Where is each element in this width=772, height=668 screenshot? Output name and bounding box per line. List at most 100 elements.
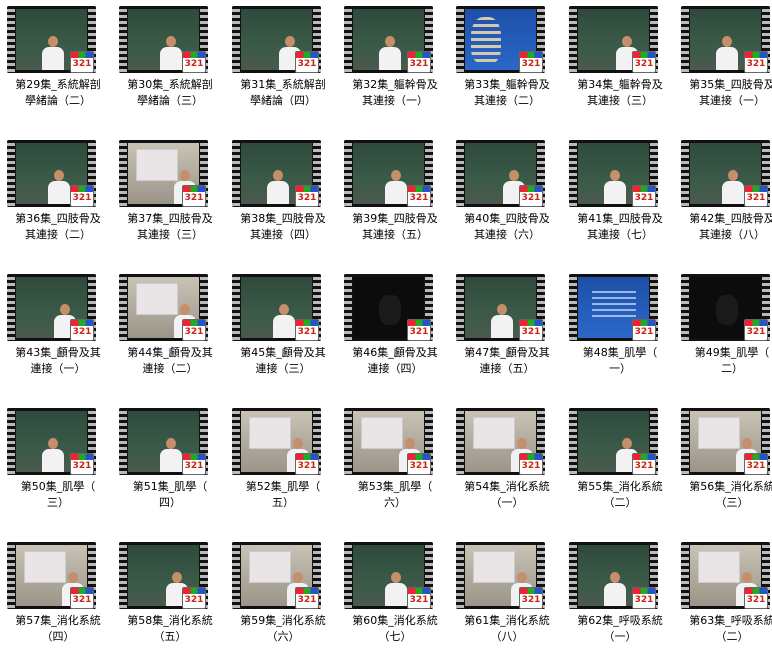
video-thumbnail[interactable]: 321 [7, 408, 96, 475]
video-file-item[interactable]: 321 第32集_軀幹骨及 其連接（一） [339, 2, 451, 132]
video-thumbnail[interactable]: 321 [344, 6, 433, 73]
video-file-item[interactable]: 321 第51集_肌學（ 四） [114, 404, 226, 534]
film-strip-edge [569, 408, 577, 475]
video-file-item[interactable]: 321 第49集_肌學（ 二） [676, 270, 772, 400]
file-name-line-2: （六） [266, 630, 300, 643]
video-thumbnail[interactable]: 321 [119, 6, 208, 73]
file-name-line-2: （五） [153, 630, 187, 643]
video-thumbnail[interactable]: 321 [681, 140, 770, 207]
video-file-item[interactable]: 321 第41集_四肢骨及 其連接（七） [564, 136, 676, 266]
file-name-line-2: 學緒論（四） [250, 94, 316, 107]
video-thumbnail[interactable]: 321 [232, 542, 321, 609]
video-thumbnail[interactable]: 321 [456, 140, 545, 207]
projected-slide [698, 551, 740, 583]
video-thumbnail[interactable]: 321 [344, 542, 433, 609]
file-name-line-1: 第46集_顱骨及其 [352, 346, 438, 359]
film-strip-edge [344, 408, 352, 475]
media-player-badge-icon: 321 [182, 453, 206, 475]
video-thumbnail[interactable]: 321 [119, 408, 208, 475]
video-thumbnail[interactable]: 321 [232, 140, 321, 207]
media-player-badge-icon: 321 [70, 319, 94, 341]
file-name-line-2: 其連接（三） [587, 94, 653, 107]
video-thumbnail[interactable]: 321 [569, 274, 658, 341]
video-file-name: 第58集_消化系統 （五） [114, 613, 226, 645]
file-name-line-1: 第39集_四肢骨及 [352, 212, 438, 225]
video-file-name: 第41集_四肢骨及 其連接（七） [564, 211, 676, 243]
badge-label: 321 [72, 327, 92, 337]
video-thumbnail[interactable]: 321 [681, 408, 770, 475]
video-file-item[interactable]: 321 第53集_肌學（ 六） [339, 404, 451, 534]
video-file-name: 第47集_顱骨及其 連接（五） [451, 345, 563, 377]
file-name-line-2: 其連接（一） [362, 94, 428, 107]
video-thumbnail[interactable]: 321 [456, 542, 545, 609]
video-file-item[interactable]: 321 第55集_消化系統 （二） [564, 404, 676, 534]
badge-label: 321 [746, 193, 766, 203]
video-thumbnail[interactable]: 321 [681, 6, 770, 73]
video-file-item[interactable]: 321 第46集_顱骨及其 連接（四） [339, 270, 451, 400]
video-thumbnail[interactable]: 321 [119, 140, 208, 207]
video-file-item[interactable]: 321 第57集_消化系統 （四） [2, 538, 114, 668]
video-file-item[interactable]: 321 第29集_系統解剖 學緒論（二） [2, 2, 114, 132]
media-player-badge-icon: 321 [632, 51, 656, 73]
video-thumbnail[interactable]: 321 [569, 140, 658, 207]
video-thumbnail[interactable]: 321 [569, 408, 658, 475]
badge-label: 321 [184, 595, 204, 605]
video-thumbnail[interactable]: 321 [681, 542, 770, 609]
video-file-item[interactable]: 321 第47集_顱骨及其 連接（五） [451, 270, 563, 400]
video-file-item[interactable]: 321 第54集_消化系統 （一） [451, 404, 563, 534]
film-strip-edge [7, 140, 15, 207]
video-file-item[interactable]: 321 第35集_四肢骨及 其連接（一） [676, 2, 772, 132]
video-thumbnail[interactable]: 321 [119, 542, 208, 609]
video-file-item[interactable]: 321 第59集_消化系統 （六） [227, 538, 339, 668]
video-file-item[interactable]: 321 第43集_顱骨及其 連接（一） [2, 270, 114, 400]
file-name-line-1: 第30集_系統解剖 [127, 78, 213, 91]
video-thumbnail[interactable]: 321 [7, 542, 96, 609]
video-file-item[interactable]: 321 第30集_系統解剖 學緒論（三） [114, 2, 226, 132]
video-file-item[interactable]: 321 第42集_四肢骨及 其連接（八） [676, 136, 772, 266]
media-player-badge-icon: 321 [70, 51, 94, 73]
file-name-line-1: 第29集_系統解剖 [15, 78, 101, 91]
video-file-item[interactable]: 321 第61集_消化系統 （八） [451, 538, 563, 668]
video-thumbnail[interactable]: 321 [119, 274, 208, 341]
video-thumbnail[interactable]: 321 [232, 408, 321, 475]
video-file-item[interactable]: 321 第48集_肌學（ 一） [564, 270, 676, 400]
video-thumbnail[interactable]: 321 [344, 140, 433, 207]
video-file-item[interactable]: 321 第36集_四肢骨及 其連接（二） [2, 136, 114, 266]
video-thumbnail[interactable]: 321 [681, 274, 770, 341]
video-thumbnail[interactable]: 321 [232, 6, 321, 73]
video-file-name: 第49集_肌學（ 二） [676, 345, 772, 377]
video-file-item[interactable]: 321 第45集_顱骨及其 連接（三） [227, 270, 339, 400]
video-thumbnail[interactable]: 321 [569, 6, 658, 73]
lecturer-figure [385, 170, 407, 204]
video-file-item[interactable]: 321 第31集_系統解剖 學緒論（四） [227, 2, 339, 132]
video-thumbnail[interactable]: 321 [232, 274, 321, 341]
video-file-item[interactable]: 321 第62集_呼吸系統 （一） [564, 538, 676, 668]
video-thumbnail[interactable]: 321 [456, 6, 545, 73]
video-file-item[interactable]: 321 第56集_消化系統 （三） [676, 404, 772, 534]
video-file-item[interactable]: 321 第33集_軀幹骨及 其連接（二） [451, 2, 563, 132]
video-thumbnail[interactable]: 321 [456, 408, 545, 475]
media-player-badge-icon: 321 [182, 319, 206, 341]
file-name-line-1: 第45集_顱骨及其 [240, 346, 326, 359]
video-file-item[interactable]: 321 第63集_呼吸系統 （二） [676, 538, 772, 668]
video-file-item[interactable]: 321 第44集_顱骨及其 連接（二） [114, 270, 226, 400]
video-thumbnail[interactable]: 321 [456, 274, 545, 341]
film-strip-edge [456, 408, 464, 475]
video-thumbnail[interactable]: 321 [569, 542, 658, 609]
video-thumbnail[interactable]: 321 [7, 6, 96, 73]
video-file-item[interactable]: 321 第39集_四肢骨及 其連接（五） [339, 136, 451, 266]
video-file-item[interactable]: 321 第34集_軀幹骨及 其連接（三） [564, 2, 676, 132]
video-thumbnail[interactable]: 321 [7, 140, 96, 207]
video-file-item[interactable]: 321 第38集_四肢骨及 其連接（四） [227, 136, 339, 266]
video-file-item[interactable]: 321 第40集_四肢骨及 其連接（六） [451, 136, 563, 266]
video-file-item[interactable]: 321 第52集_肌學（ 五） [227, 404, 339, 534]
video-file-item[interactable]: 321 第37集_四肢骨及 其連接（三） [114, 136, 226, 266]
video-thumbnail[interactable]: 321 [344, 274, 433, 341]
video-file-item[interactable]: 321 第58集_消化系統 （五） [114, 538, 226, 668]
video-file-item[interactable]: 321 第60集_消化系統 （七） [339, 538, 451, 668]
badge-label: 321 [184, 193, 204, 203]
video-thumbnail[interactable]: 321 [344, 408, 433, 475]
video-file-item[interactable]: 321 第50集_肌學（ 三） [2, 404, 114, 534]
video-thumbnail[interactable]: 321 [7, 274, 96, 341]
badge-label: 321 [746, 59, 766, 69]
